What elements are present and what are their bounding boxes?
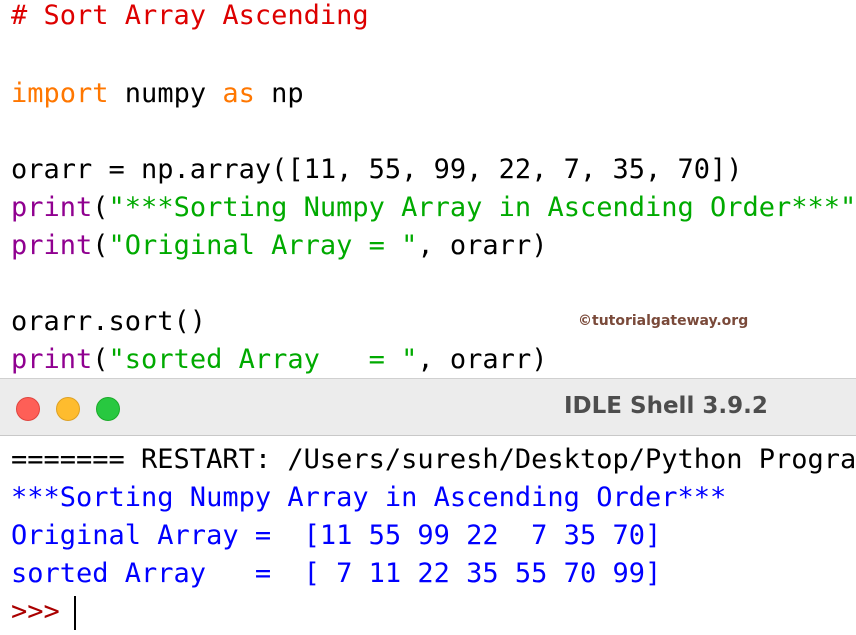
print-paren-open: (: [92, 344, 108, 375]
shell-prompt: >>>: [11, 596, 76, 628]
code-editor[interactable]: # Sort Array Ascending import numpy as n…: [0, 0, 856, 378]
print-builtin: print: [11, 192, 92, 223]
print-paren-open: (: [92, 230, 108, 261]
code-comment-line: # Sort Array Ascending: [11, 0, 369, 32]
print-builtin: print: [11, 230, 92, 261]
shell-output-line: sorted Array = [ 7 11 22 35 55 70 99]: [11, 558, 661, 590]
code-print-line-3: print("sorted Array = ", orarr): [11, 344, 547, 376]
as-keyword: as: [222, 78, 255, 109]
code-array-line: orarr = np.array([11, 55, 99, 22, 7, 35,…: [11, 154, 743, 186]
shell-output-line: ***Sorting Numpy Array in Ascending Orde…: [11, 482, 726, 514]
code-import-line: import numpy as np: [11, 78, 304, 110]
import-alias: np: [255, 78, 304, 109]
print-args: , orarr): [417, 230, 547, 261]
code-sort-line: orarr.sort(): [11, 306, 206, 338]
code-print-line-1: print("***Sorting Numpy Array in Ascendi…: [11, 192, 856, 224]
minimize-window-button[interactable]: [56, 397, 80, 421]
maximize-window-button[interactable]: [96, 397, 120, 421]
shell-output-area[interactable]: ======= RESTART: /Users/suresh/Desktop/P…: [0, 436, 856, 635]
watermark: ©tutorialgateway.org: [578, 313, 748, 329]
import-keyword: import: [11, 78, 109, 109]
print-string: "sorted Array = ": [109, 344, 418, 375]
code-print-line-2: print("Original Array = ", orarr): [11, 230, 547, 262]
text-cursor: [74, 596, 76, 630]
print-paren-open: (: [92, 192, 108, 223]
print-args: , orarr): [417, 344, 547, 375]
import-module: numpy: [109, 78, 223, 109]
window-title: IDLE Shell 3.9.2: [564, 393, 768, 419]
window-titlebar[interactable]: IDLE Shell 3.9.2: [0, 378, 856, 436]
close-window-button[interactable]: [16, 397, 40, 421]
print-string: "***Sorting Numpy Array in Ascending Ord…: [109, 192, 856, 223]
restart-line: ======= RESTART: /Users/suresh/Desktop/P…: [11, 444, 856, 476]
print-builtin: print: [11, 344, 92, 375]
idle-shell-window: IDLE Shell 3.9.2 ======= RESTART: /Users…: [0, 378, 856, 635]
shell-output-line: Original Array = [11 55 99 22 7 35 70]: [11, 520, 661, 552]
print-string: "Original Array = ": [109, 230, 418, 261]
